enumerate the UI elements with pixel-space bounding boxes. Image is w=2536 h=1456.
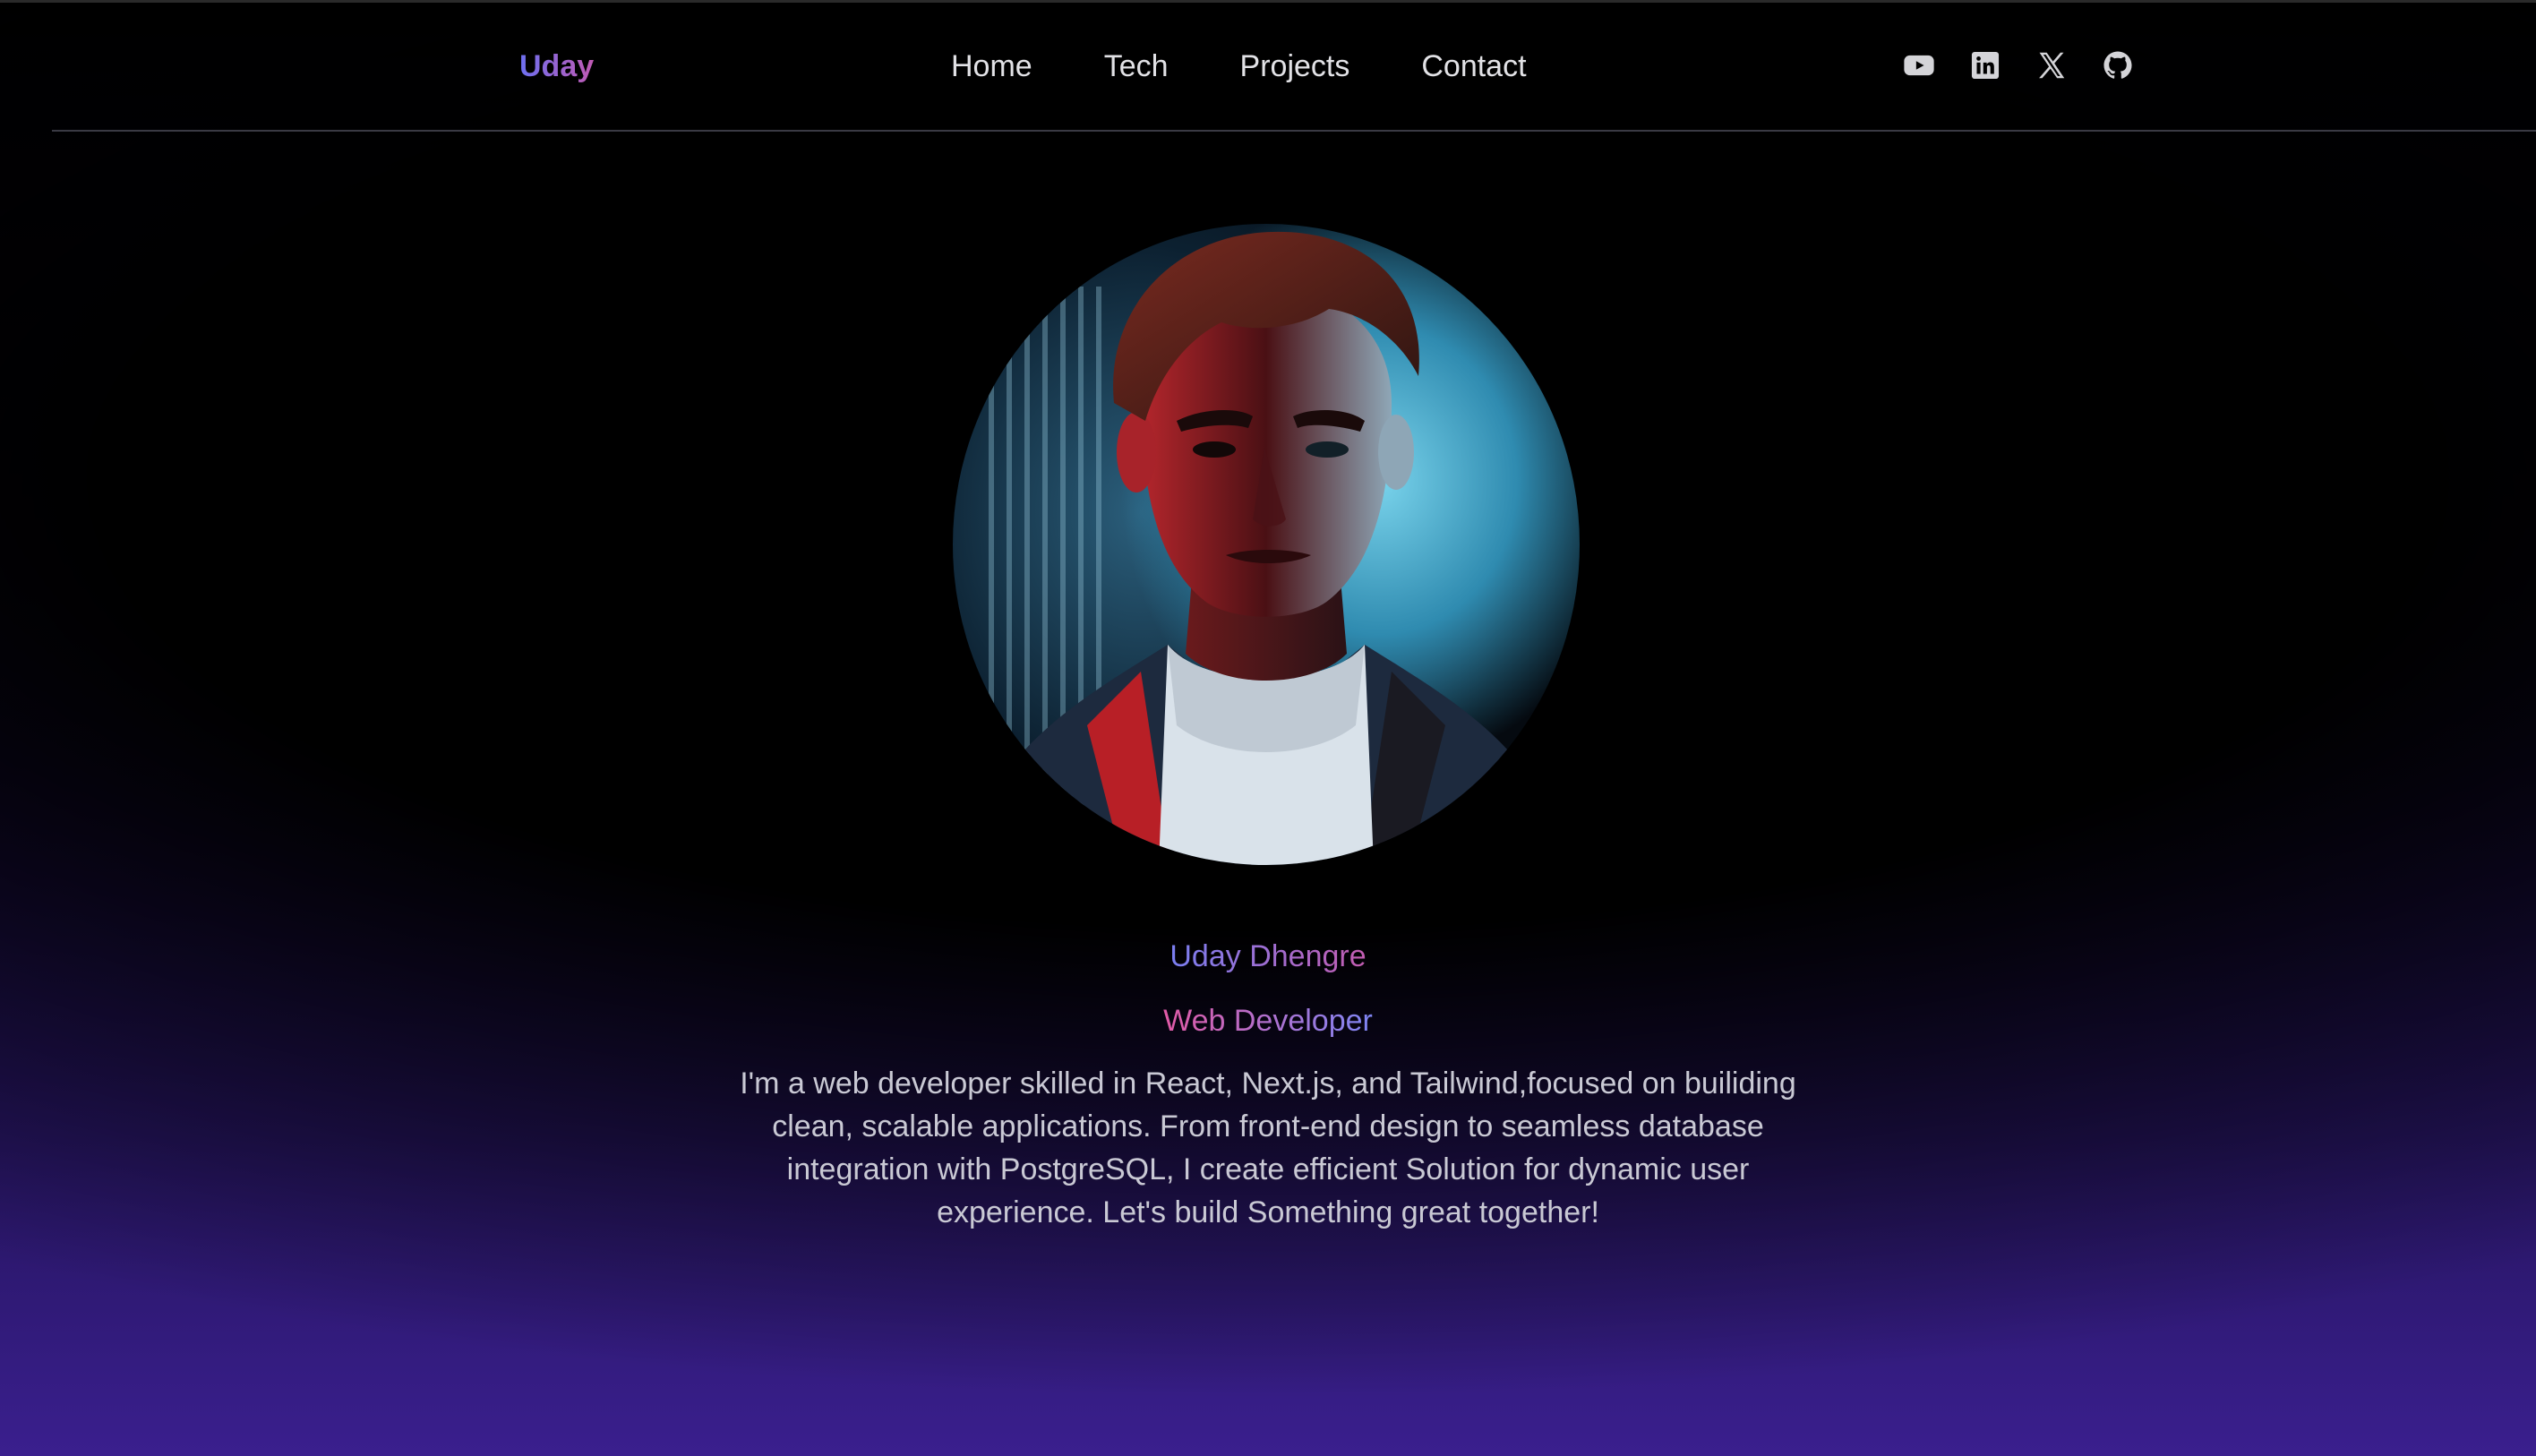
avatar xyxy=(953,224,1580,865)
github-icon-graphic xyxy=(2103,51,2132,79)
hero-bio: I'm a web developer skilled in React, Ne… xyxy=(740,1066,1796,1229)
nav-link-tech[interactable]: Tech xyxy=(1104,45,1169,88)
logo[interactable]: Uday xyxy=(519,45,594,88)
linkedin-icon[interactable] xyxy=(1968,48,2002,82)
nav-links: Home Tech Projects Contact xyxy=(951,45,1527,88)
x-icon-graphic xyxy=(2039,52,2065,79)
youtube-icon-graphic xyxy=(1904,55,1934,76)
page: Uday Home Tech Projects Contact Uday Dhe… xyxy=(0,0,2536,1456)
github-icon[interactable] xyxy=(2101,48,2135,82)
youtube-icon[interactable] xyxy=(1902,48,1936,82)
hero-name-text: Uday Dhengre xyxy=(1169,939,1367,973)
nav-link-contact[interactable]: Contact xyxy=(1421,45,1526,88)
profile-portrait xyxy=(953,231,1580,865)
hero-role: Web Developer xyxy=(0,999,2536,1042)
navbar: Uday Home Tech Projects Contact xyxy=(0,0,2536,131)
nav-link-projects[interactable]: Projects xyxy=(1240,45,1350,88)
hero-name: Uday Dhengre xyxy=(0,935,2536,978)
social-links xyxy=(1902,48,2135,82)
linkedin-icon-graphic xyxy=(1971,51,2000,80)
x-icon[interactable] xyxy=(2035,48,2069,82)
avatar-container xyxy=(953,224,1580,865)
nav-divider xyxy=(52,130,2536,132)
hero-role-text: Web Developer xyxy=(1163,1004,1373,1038)
nav-link-home[interactable]: Home xyxy=(951,45,1032,88)
